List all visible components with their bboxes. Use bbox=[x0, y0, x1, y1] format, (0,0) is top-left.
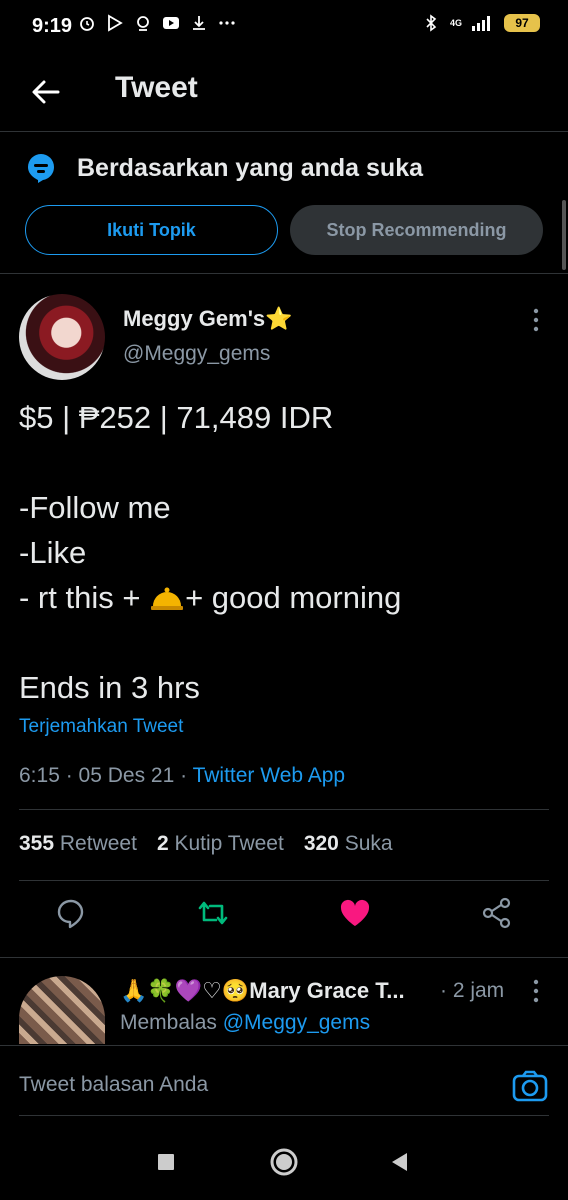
reply-author-name[interactable]: 🙏🍀💜♡🥺Mary Grace T... bbox=[120, 978, 430, 1004]
author-name-text: Meggy Gem's bbox=[123, 306, 266, 331]
signal-icon bbox=[472, 16, 490, 31]
translate-tweet-link[interactable]: Terjemahkan Tweet bbox=[19, 716, 183, 738]
quote-label: Kutip Tweet bbox=[174, 832, 284, 855]
tweet-time: 6:15 bbox=[19, 764, 60, 787]
replying-handle-link[interactable]: @Meggy_gems bbox=[223, 1011, 370, 1034]
share-icon[interactable] bbox=[480, 896, 514, 930]
stop-recommending-button[interactable]: Stop Recommending bbox=[290, 205, 543, 255]
camera-icon[interactable] bbox=[512, 1070, 548, 1102]
download-icon bbox=[193, 16, 205, 30]
author-name[interactable]: Meggy Gem's⭐ bbox=[123, 306, 293, 332]
tweet-line: $5 | ₱252 | 71,489 IDR bbox=[19, 400, 334, 435]
tweet-actions bbox=[0, 896, 568, 944]
like-heart-icon[interactable] bbox=[338, 896, 372, 930]
top-app-bar: Tweet bbox=[0, 56, 568, 132]
status-bar: 9:19 4G 97 bbox=[0, 0, 568, 56]
reply-composer[interactable]: Tweet balasan Anda bbox=[0, 1045, 568, 1117]
system-icons: 4G 97 bbox=[422, 14, 540, 32]
follow-topic-button[interactable]: Ikuti Topik bbox=[25, 205, 278, 255]
author-avatar[interactable] bbox=[19, 294, 105, 380]
reply-time: · 2 jam bbox=[440, 979, 505, 1002]
recent-apps-icon[interactable] bbox=[157, 1153, 175, 1171]
alarm-icon bbox=[80, 17, 94, 31]
network-type: 4G bbox=[449, 18, 462, 28]
replying-to: Membalas @Meggy_gems bbox=[120, 1011, 370, 1035]
system-navigation-bar bbox=[0, 1125, 568, 1200]
tweet-meta: 6:15 · 05 Des 21 · Twitter Web App bbox=[19, 764, 346, 787]
tweet-line-part: + good morning bbox=[185, 580, 402, 615]
tweet-date: 05 Des 21 bbox=[78, 764, 175, 787]
reply-author-avatar[interactable] bbox=[19, 976, 105, 1044]
scrollbar[interactable] bbox=[562, 200, 566, 270]
play-store-icon bbox=[108, 14, 123, 32]
retweet-icon[interactable] bbox=[196, 896, 230, 930]
status-time: 9:19 bbox=[32, 15, 73, 37]
tweet-line: Ends in 3 hrs bbox=[19, 670, 200, 705]
like-label: Suka bbox=[344, 832, 393, 855]
back-nav-icon[interactable] bbox=[389, 1151, 411, 1173]
battery-icon: 97 bbox=[504, 14, 540, 32]
retweet-count[interactable]: 355 Retweet bbox=[19, 832, 137, 856]
tweet-line-part: - rt this + bbox=[19, 580, 150, 615]
tweet-line: -Like bbox=[19, 535, 87, 570]
topic-label: Berdasarkan yang anda suka bbox=[77, 154, 423, 182]
like-number: 320 bbox=[303, 832, 339, 855]
star-emoji: ⭐ bbox=[265, 306, 293, 331]
reply-more-options-icon[interactable] bbox=[526, 978, 546, 1004]
youtube-icon bbox=[163, 17, 179, 29]
reply-icon[interactable] bbox=[54, 896, 88, 930]
reply-input-placeholder[interactable]: Tweet balasan Anda bbox=[19, 1073, 208, 1097]
tweet-text: $5 | ₱252 | 71,489 IDR -Follow me -Like - r… bbox=[19, 395, 549, 710]
tweet-line: -Follow me bbox=[19, 490, 171, 525]
more-notifications-icon bbox=[219, 21, 235, 25]
tweet-source-link[interactable]: Twitter Web App bbox=[193, 764, 346, 787]
tweet-line: - rt this + + good morning bbox=[19, 575, 549, 620]
back-arrow-icon[interactable] bbox=[30, 76, 62, 108]
location-icon bbox=[137, 16, 149, 31]
author-handle[interactable]: @Meggy_gems bbox=[123, 342, 270, 366]
topic-icon bbox=[28, 154, 54, 183]
divider bbox=[19, 880, 549, 881]
bellhop-bell-emoji bbox=[151, 587, 184, 610]
home-icon[interactable] bbox=[269, 1147, 299, 1177]
replying-prefix: Membalas bbox=[120, 1011, 217, 1034]
tweet-stats: 355 Retweet 2 Kutip Tweet 320 Suka bbox=[19, 832, 393, 856]
page-title: Tweet bbox=[115, 71, 198, 104]
topic-recommendation: Berdasarkan yang anda suka Ikuti Topik S… bbox=[0, 132, 568, 274]
quote-count[interactable]: 2 Kutip Tweet bbox=[157, 832, 284, 856]
divider bbox=[19, 1115, 549, 1116]
quote-number: 2 bbox=[156, 832, 169, 855]
divider bbox=[0, 957, 568, 958]
retweet-label: Retweet bbox=[59, 832, 137, 855]
divider bbox=[19, 809, 549, 810]
retweet-number: 355 bbox=[19, 832, 55, 855]
bluetooth-icon bbox=[426, 14, 437, 32]
like-count[interactable]: 320 Suka bbox=[304, 832, 393, 856]
notification-icons bbox=[78, 14, 236, 32]
more-options-icon[interactable] bbox=[526, 307, 546, 333]
